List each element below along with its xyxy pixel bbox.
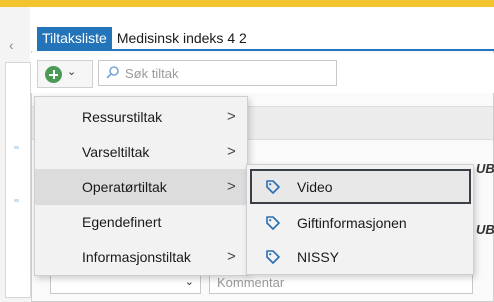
row-label-ub: UB <box>476 222 494 237</box>
plus-circle-icon <box>45 66 62 83</box>
menu-item-egendefinert[interactable]: Egendefinert <box>35 204 247 240</box>
left-panel-box <box>5 62 31 298</box>
search-icon <box>106 66 119 79</box>
add-action-button[interactable]: ⌄ <box>37 60 93 88</box>
submenu-item-giftinformasjonen[interactable]: Giftinformasjonen <box>247 207 473 242</box>
menu-item-label: Varseltiltak <box>82 144 150 160</box>
left-marker <box>14 146 19 149</box>
tab-tiltaksliste[interactable]: Tiltaksliste <box>37 27 112 49</box>
search-input[interactable] <box>123 61 328 85</box>
submenu-item-label: Video <box>297 179 333 195</box>
tag-icon <box>266 216 280 230</box>
tag-icon <box>266 250 280 264</box>
submenu-item-nissy[interactable]: NISSY <box>247 241 473 276</box>
menu-item-operatortiltak[interactable]: Operatørtiltak > <box>35 169 247 205</box>
menu-item-varseltiltak[interactable]: Varseltiltak > <box>35 134 247 170</box>
operatortiltak-submenu: Video Giftinformasjonen NISSY <box>246 164 474 275</box>
chevron-right-icon: > <box>227 108 236 125</box>
submenu-item-video[interactable]: Video <box>250 169 471 204</box>
top-accent-bar <box>0 0 494 7</box>
search-box[interactable] <box>98 60 337 86</box>
submenu-item-label: NISSY <box>297 249 340 265</box>
menu-item-ressurstiltak[interactable]: Ressurstiltak > <box>35 99 247 135</box>
chevron-right-icon: > <box>227 143 236 160</box>
chevron-right-icon: > <box>227 178 236 195</box>
menu-item-label: Informasjonstiltak <box>82 249 191 265</box>
chevron-down-icon: ⌄ <box>184 276 194 288</box>
menu-item-label: Operatørtiltak <box>82 179 167 195</box>
chevron-right-icon: > <box>227 248 236 265</box>
row-label-ub: UB <box>476 161 494 176</box>
menu-item-label: Ressurstiltak <box>82 109 163 125</box>
collapse-chevron-icon[interactable]: ‹ <box>9 37 14 53</box>
left-marker <box>14 199 19 202</box>
tab-medisinsk-indeks[interactable]: Medisinsk indeks 4 2 <box>112 27 252 49</box>
chevron-down-icon: ⌄ <box>67 66 77 78</box>
tag-icon <box>266 180 280 194</box>
submenu-item-label: Giftinformasjonen <box>297 215 407 231</box>
menu-item-label: Egendefinert <box>82 214 162 230</box>
add-action-menu: Ressurstiltak > Varseltiltak > Operatørt… <box>34 96 248 276</box>
tab-bar: Tiltaksliste Medisinsk indeks 4 2 <box>37 27 252 49</box>
menu-item-informasjonstiltak[interactable]: Informasjonstiltak > <box>35 239 247 275</box>
